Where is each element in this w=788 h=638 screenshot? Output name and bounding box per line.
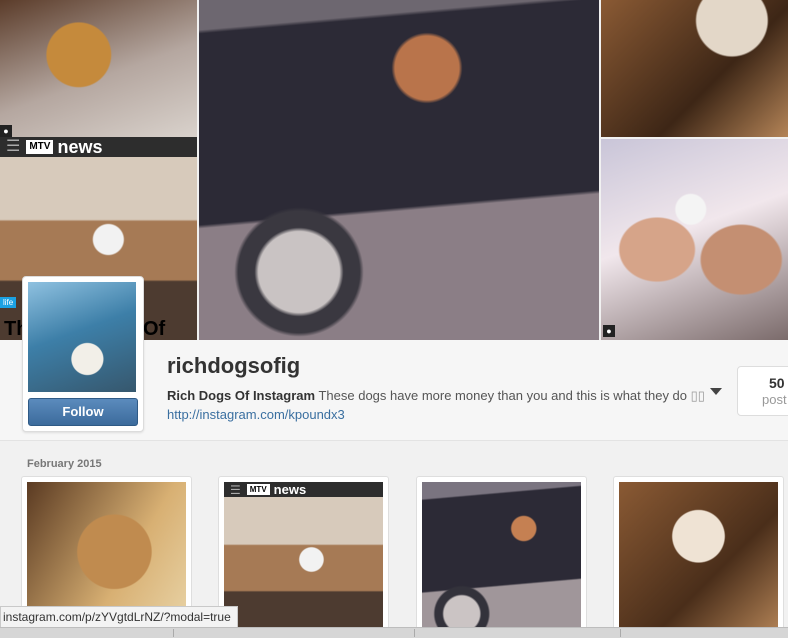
caret-down-icon[interactable] — [710, 388, 722, 395]
taskbar-segment[interactable] — [174, 629, 415, 637]
news-label: news — [57, 136, 103, 157]
news-label: news — [273, 482, 307, 497]
follow-button[interactable]: Follow — [28, 398, 138, 426]
taskbar — [0, 627, 788, 638]
news-bar: ☰ MTV news — [0, 137, 197, 157]
life-tag: life — [0, 297, 17, 308]
menu-icon: ☰ — [230, 482, 241, 497]
posts-label: post — [762, 392, 787, 407]
mtv-logo: MTV — [26, 140, 54, 154]
profile-bio: Rich Dogs Of Instagram These dogs have m… — [167, 386, 707, 424]
cover-photo-chihuahua[interactable] — [601, 0, 788, 137]
taskbar-segment[interactable] — [0, 629, 174, 637]
profile-card: Follow — [22, 276, 144, 432]
posts-count-box[interactable]: 50 post — [737, 366, 788, 416]
feed-photo[interactable] — [224, 482, 383, 637]
feed-photo[interactable] — [422, 482, 581, 637]
feed-item[interactable] — [613, 476, 784, 638]
news-bar: ☰ MTV news — [224, 482, 383, 497]
user-icon: ● — [0, 125, 12, 137]
status-bar-url: instagram.com/p/zYVgtdLrNZ/?modal=true — [0, 606, 238, 629]
user-icon: ● — [603, 325, 615, 337]
feed-item[interactable]: ☰ MTV news — [218, 476, 389, 638]
profile-website-link[interactable]: http://instagram.com/kpoundx3 — [167, 407, 345, 422]
section-date: February 2015 — [27, 458, 102, 470]
taskbar-segment[interactable] — [415, 629, 621, 637]
profile-username: richdogsofig — [167, 353, 301, 378]
profile-bio-text: These dogs have more money than you and … — [318, 388, 688, 403]
cover-photo-dog-jet[interactable] — [0, 0, 197, 137]
cover-photo-dog-car[interactable] — [199, 0, 599, 340]
posts-count: 50 — [769, 375, 785, 391]
mtv-logo: MTV — [246, 484, 270, 495]
feed-item[interactable] — [416, 476, 587, 638]
profile-picture[interactable] — [28, 282, 136, 392]
profile-bio-emoji: ▯▯ — [690, 388, 705, 403]
feed-photo[interactable] — [619, 482, 778, 637]
menu-icon[interactable]: ☰ — [6, 139, 20, 155]
profile-full-name: Rich Dogs Of Instagram — [167, 388, 316, 403]
headline-fragment-right: Of — [143, 318, 166, 340]
cover-photo-beach[interactable] — [601, 139, 788, 340]
